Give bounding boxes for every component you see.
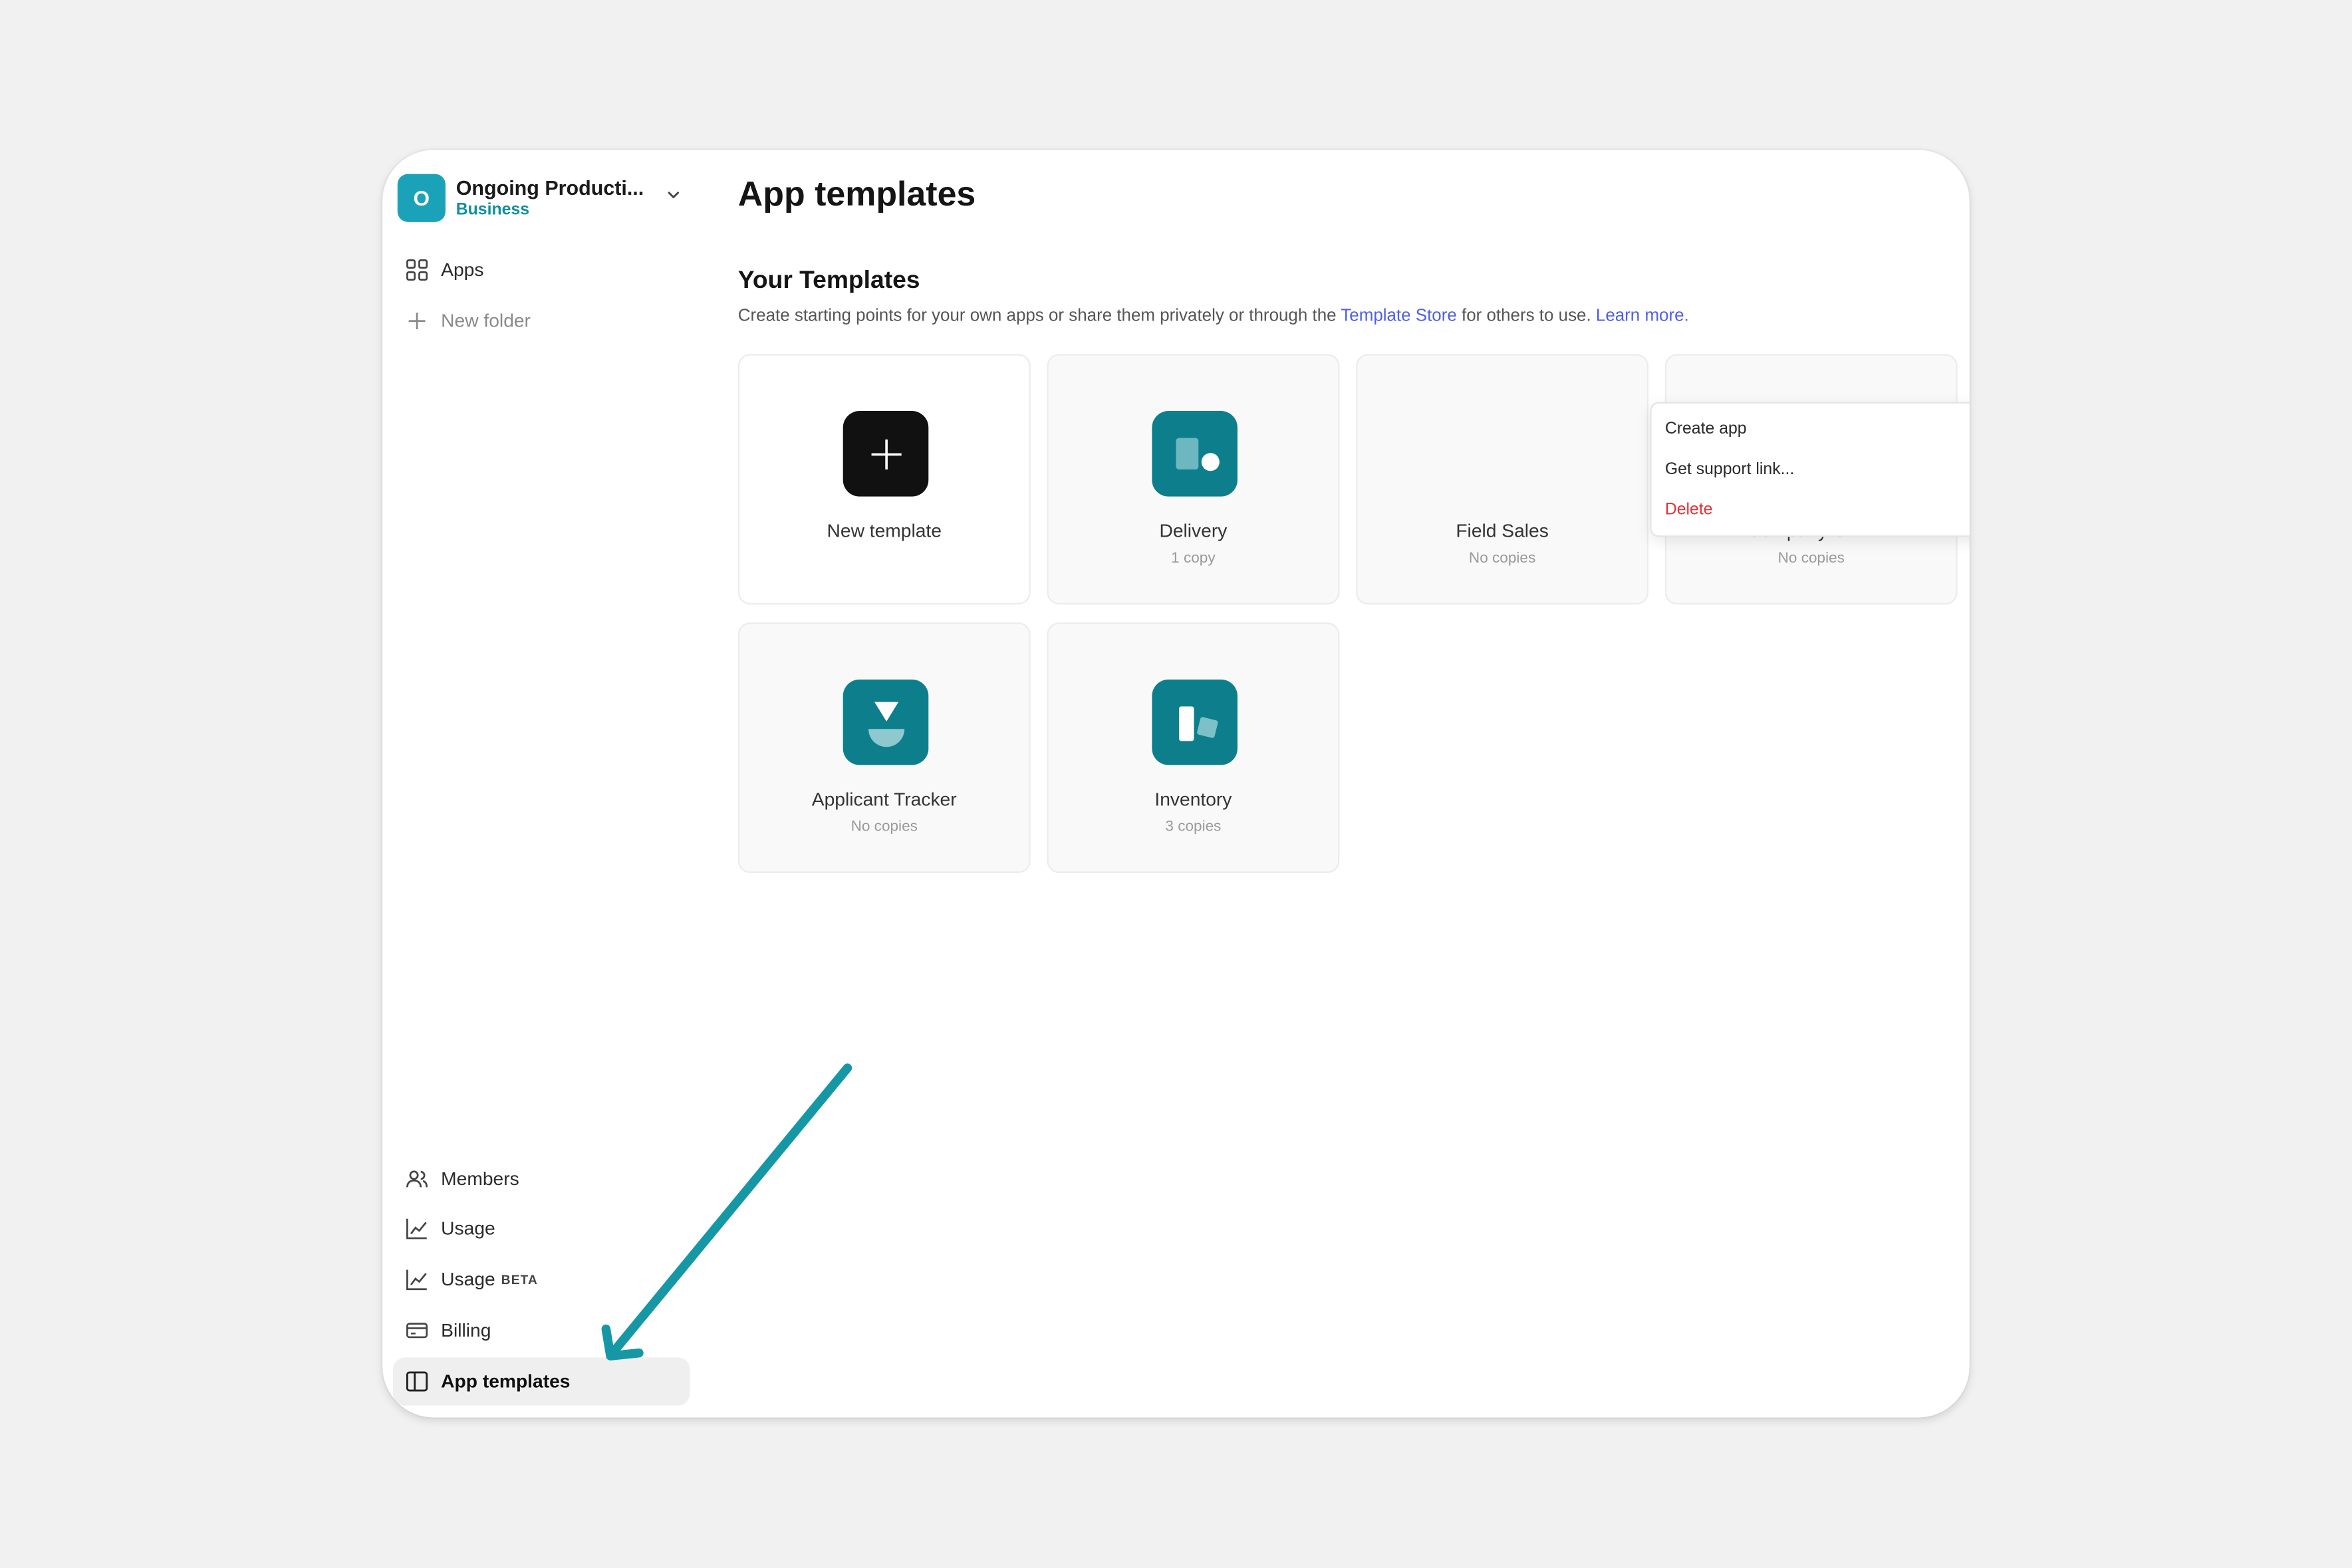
page-title: App templates: [737, 174, 976, 213]
sidebar-item-apps[interactable]: Apps: [393, 246, 690, 294]
org-avatar: O: [397, 174, 446, 222]
sidebar-item-label: App templates: [441, 1371, 571, 1392]
users-icon: [405, 1167, 429, 1191]
sidebar-item-label: Billing: [441, 1320, 491, 1341]
section-description: Create starting points for your own apps…: [738, 307, 1689, 325]
section-title: Your Templates: [737, 267, 920, 295]
book-icon: [405, 1369, 429, 1393]
template-name: Delivery: [1159, 520, 1228, 542]
sidebar-item-usage-beta[interactable]: Usage BETA: [393, 1255, 690, 1303]
menu-item-get-support-link[interactable]: Get support link...: [1665, 460, 1794, 478]
credit-card-icon: [405, 1319, 429, 1343]
template-card-field-sales[interactable]: Field Sales No copies: [1356, 354, 1649, 605]
plus-icon: [843, 411, 929, 497]
chevron-down-icon: [668, 192, 680, 199]
sidebar-item-billing[interactable]: Billing: [393, 1307, 690, 1355]
template-copies: No copies: [850, 819, 918, 836]
sidebar-item-label: Usage: [441, 1269, 495, 1290]
grid-icon: [405, 258, 429, 282]
template-copies: 3 copies: [1165, 819, 1222, 836]
sidebar-item-label: New folder: [441, 310, 531, 332]
chart-icon: [405, 1216, 429, 1240]
menu-item-delete[interactable]: Delete: [1665, 501, 1713, 519]
sidebar: O Ongoing Producti... Business Apps New …: [382, 150, 705, 1418]
template-name: Inventory: [1154, 789, 1232, 811]
learn-more-link[interactable]: Learn more.: [1596, 307, 1689, 325]
sidebar-item-label: Usage: [441, 1218, 495, 1240]
template-name: New template: [827, 520, 942, 542]
org-plan: Business: [456, 201, 530, 219]
template-store-link[interactable]: Template Store: [1341, 307, 1456, 325]
template-card-inventory[interactable]: Inventory 3 copies: [1047, 622, 1340, 873]
beta-badge: BETA: [501, 1271, 539, 1287]
menu-item-create-app[interactable]: Create app: [1665, 420, 1747, 438]
context-menu: Create app Get support link... Delete: [1650, 402, 1970, 537]
sidebar-item-members[interactable]: Members: [393, 1155, 690, 1203]
template-card-new[interactable]: New template: [737, 354, 1031, 605]
template-copies: No copies: [1777, 550, 1845, 567]
applicant-tracker-icon: [843, 679, 929, 765]
delivery-icon: [1152, 411, 1238, 497]
template-card-applicant-tracker[interactable]: Applicant Tracker No copies: [737, 622, 1031, 873]
template-copies: No copies: [1468, 550, 1536, 567]
sidebar-item-new-folder[interactable]: New folder: [393, 297, 690, 345]
inventory-icon: [1152, 679, 1238, 765]
main-content: App templates Your Templates Create star…: [737, 150, 1970, 1418]
plus-icon: [405, 309, 429, 333]
desc-text: for others to use.: [1456, 307, 1596, 326]
template-name: Field Sales: [1456, 520, 1549, 542]
chart-icon: [405, 1267, 429, 1291]
template-card-delivery[interactable]: Delivery 1 copy: [1047, 354, 1340, 605]
sidebar-item-label: Members: [441, 1168, 519, 1190]
sidebar-item-app-templates[interactable]: App templates: [392, 1357, 690, 1406]
org-name: Ongoing Producti...: [456, 177, 644, 200]
template-copies: 1 copy: [1171, 550, 1216, 567]
sidebar-item-usage[interactable]: Usage: [393, 1204, 690, 1252]
org-switcher[interactable]: O Ongoing Producti... Business: [397, 172, 690, 223]
desc-text: Create starting points for your own apps…: [737, 307, 1341, 326]
sidebar-item-label: Apps: [441, 259, 484, 281]
app-window: O Ongoing Producti... Business Apps New …: [382, 150, 1970, 1418]
template-name: Applicant Tracker: [811, 789, 957, 811]
